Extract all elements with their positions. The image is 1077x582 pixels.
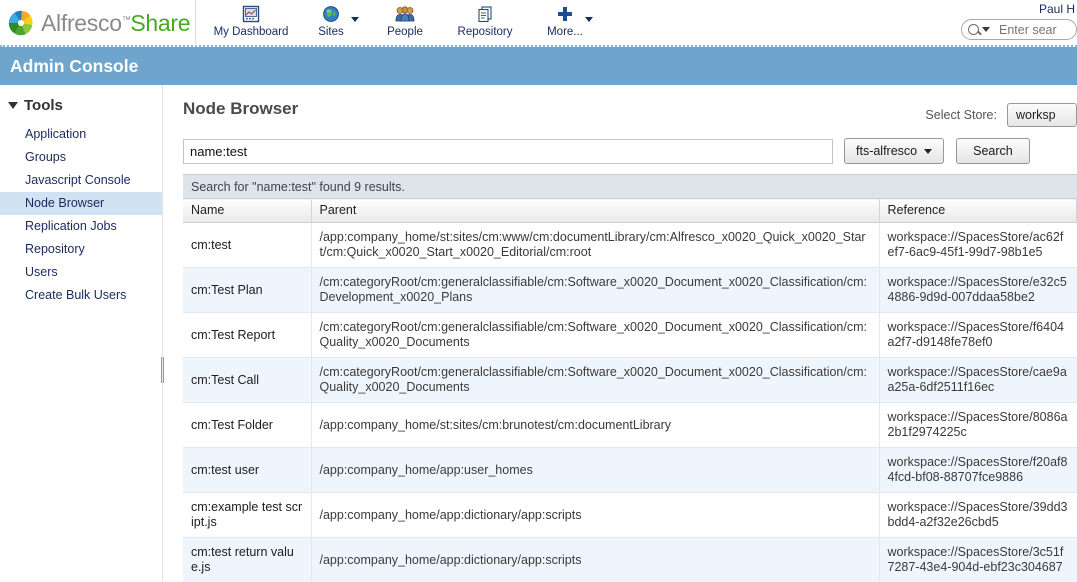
nav-label: Repository [457,26,513,38]
sidebar-item-create-bulk-users[interactable]: Create Bulk Users [0,284,163,307]
sidebar-item-repository[interactable]: Repository [0,238,163,261]
main-content: Node Browser Select Store: worksp fts-al… [163,85,1077,582]
cell-name: cm:test return value.js [183,537,312,582]
cell-name: cm:Test Folder [183,402,312,448]
cell-parent: /cm:categoryRoot/cm:generalclassifiable/… [311,267,880,313]
sidebar-item-javascript-console[interactable]: Javascript Console [0,169,163,192]
results-message: Search for "name:test" found 9 results. [183,174,1077,198]
cell-name: cm:Test Report [183,312,312,358]
tools-sidebar: Tools Application Groups Javascript Cons… [0,85,163,582]
nav-label: More... [547,26,583,38]
select-store-label: Select Store: [925,108,997,122]
nav-item-my-dashboard[interactable]: My Dashboard [208,0,294,44]
nav-label: My Dashboard [213,26,289,38]
cell-name: cm:test user [183,447,312,493]
table-row[interactable]: cm:Test Report /cm:categoryRoot/cm:gener… [183,312,1077,358]
cell-reference: workspace://SpacesStore/3c51f 7287-43e4-… [879,537,1077,582]
table-header-row: Name Parent Reference [183,198,1077,223]
people-icon [395,3,415,24]
nav-item-repository[interactable]: Repository [442,0,528,44]
chevron-down-icon [924,148,933,154]
node-results-table: Name Parent Reference cm:test /app:compa… [183,198,1077,582]
table-row[interactable]: cm:Test Plan /cm:categoryRoot/cm:general… [183,267,1077,313]
cell-parent: /app:company_home/app:dictionary/app:scr… [311,537,880,582]
cell-parent: /app:company_home/app:dictionary/app:scr… [311,492,880,538]
main-nav: My Dashboard Sites People Repository Mor… [196,0,602,46]
chevron-down-icon[interactable] [585,17,593,22]
column-header-name[interactable]: Name [183,198,312,223]
documents-icon [476,3,494,24]
column-header-reference[interactable]: Reference [879,198,1077,223]
query-input[interactable] [183,138,833,164]
cell-reference: workspace://SpacesStore/8086a 2b1f297422… [879,402,1077,448]
search-button[interactable]: Search [956,138,1030,164]
sidebar-group-tools[interactable]: Tools [0,97,163,114]
logo-share-word: Share [130,9,191,36]
cell-reference: workspace://SpacesStore/e32c5 4886-9d9d-… [879,267,1077,313]
nav-label: People [387,26,423,38]
sidebar-group-label: Tools [24,97,63,114]
cell-name: cm:example test script.js [183,492,312,538]
cell-reference: workspace://SpacesStore/39dd3 bdd4-a2f32… [879,492,1077,538]
triangle-down-icon [8,102,18,109]
user-area: Paul H [947,0,1077,46]
logo-alfresco-word: Alfresco [41,9,122,36]
table-row[interactable]: cm:Test Folder /app:company_home/st:site… [183,402,1077,448]
plus-icon [556,3,574,24]
cell-reference: workspace://SpacesStore/cae9a a25a-6df25… [879,357,1077,403]
sidebar-item-groups[interactable]: Groups [0,146,163,169]
select-store-dropdown[interactable]: worksp [1007,103,1077,127]
query-language-label: fts-alfresco [856,144,918,158]
cell-parent: /app:company_home/st:sites/cm:brunotest/… [311,402,880,448]
column-header-parent[interactable]: Parent [311,198,880,223]
cell-name: cm:test [183,222,312,268]
cell-reference: workspace://SpacesStore/f6404 a2f7-d9148… [879,312,1077,358]
nav-item-more[interactable]: More... [528,0,602,44]
nav-item-sites[interactable]: Sites [294,0,368,44]
search-input[interactable] [997,21,1076,38]
page-title: Node Browser [183,99,299,118]
page-body: Tools Application Groups Javascript Cons… [0,85,1077,582]
app-logo-text: Alfresco™Share [41,9,191,37]
global-search[interactable] [961,19,1077,40]
sidebar-item-replication-jobs[interactable]: Replication Jobs [0,215,163,238]
app-header: Alfresco™Share My Dashboard Sites People… [0,0,1077,47]
nav-item-people[interactable]: People [368,0,442,44]
cell-reference: workspace://SpacesStore/f20af8 4fcd-bf08… [879,447,1077,493]
dashboard-icon [242,3,260,24]
sidebar-item-application[interactable]: Application [0,123,163,146]
alfresco-pinwheel-logo-icon [6,8,36,38]
cell-parent: /cm:categoryRoot/cm:generalclassifiable/… [311,357,880,403]
select-store-area: Select Store: worksp [925,103,1077,127]
globe-icon [322,3,340,24]
query-language-dropdown[interactable]: fts-alfresco [844,138,945,164]
cell-reference: workspace://SpacesStore/ac62fef7-6ac9-45… [879,222,1077,268]
user-name-link[interactable]: Paul H [947,2,1077,16]
admin-console-title: Admin Console [10,55,139,76]
table-row[interactable]: cm:example test script.js /app:company_h… [183,492,1077,538]
nav-label: Sites [318,26,344,38]
chevron-down-icon[interactable] [982,27,990,32]
sidebar-item-users[interactable]: Users [0,261,163,284]
admin-console-banner: Admin Console [0,47,1077,85]
cell-name: cm:Test Plan [183,267,312,313]
cell-parent: /cm:categoryRoot/cm:generalclassifiable/… [311,312,880,358]
table-body: cm:test /app:company_home/st:sites/cm:ww… [183,222,1077,582]
table-row[interactable]: cm:test return value.js /app:company_hom… [183,537,1077,582]
search-controls: fts-alfresco Search [183,138,1077,164]
table-row[interactable]: cm:Test Call /cm:categoryRoot/cm:general… [183,357,1077,403]
app-logo[interactable]: Alfresco™Share [0,0,196,46]
table-row[interactable]: cm:test user /app:company_home/app:user_… [183,447,1077,493]
search-magnifier-icon [968,24,979,35]
cell-parent: /app:company_home/st:sites/cm:www/cm:doc… [311,222,880,268]
cell-parent: /app:company_home/app:user_homes [311,447,880,493]
cell-name: cm:Test Call [183,357,312,403]
chevron-down-icon[interactable] [351,17,359,22]
table-row[interactable]: cm:test /app:company_home/st:sites/cm:ww… [183,222,1077,268]
sidebar-item-node-browser[interactable]: Node Browser [0,192,163,215]
